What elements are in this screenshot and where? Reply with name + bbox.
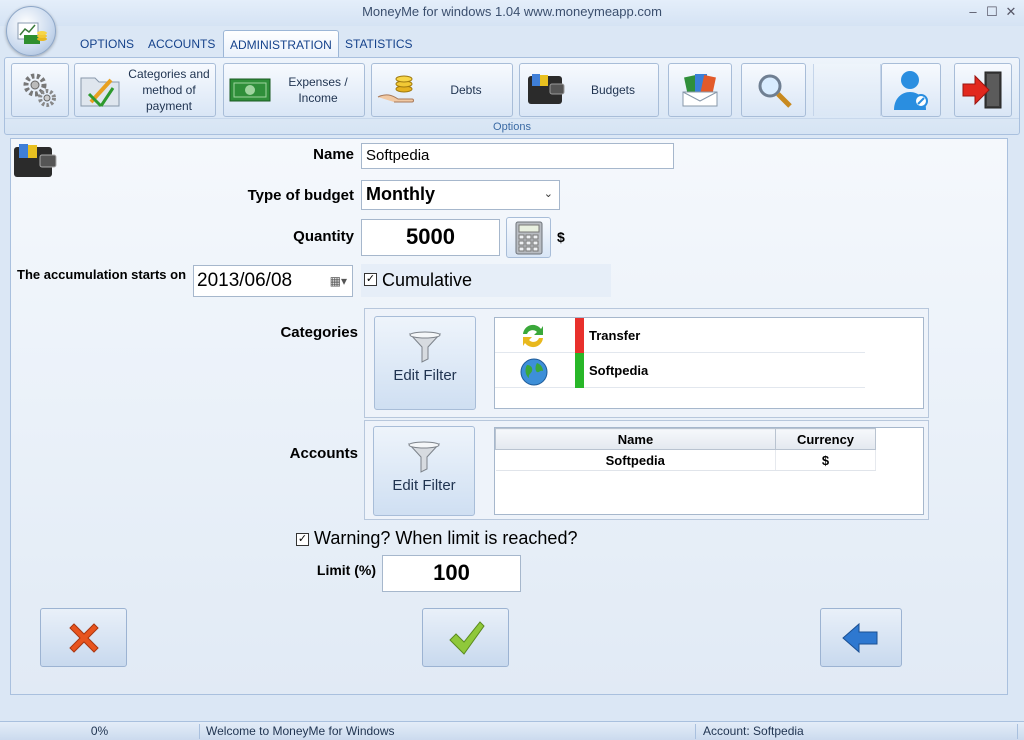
app-menu-button[interactable]	[6, 6, 56, 56]
wallet-icon	[520, 65, 572, 115]
banknote-icon	[224, 65, 276, 115]
warning-label: Warning? When limit is reached?	[314, 528, 578, 548]
budget-type-select[interactable]: Monthly ⌄	[361, 180, 560, 210]
exit-door-icon	[955, 65, 1011, 115]
gears-icon	[12, 65, 68, 115]
limit-label: Limit (%)	[316, 562, 376, 578]
column-header-name[interactable]: Name	[495, 428, 776, 450]
calculator-button[interactable]	[506, 217, 551, 258]
accounts-label: Accounts	[289, 445, 358, 462]
account-name-cell: Softpedia	[495, 449, 776, 471]
cumulative-label: Cumulative	[382, 270, 473, 290]
save-button[interactable]	[422, 608, 509, 667]
budget-type-label: Type of budget	[247, 187, 354, 204]
status-message: Welcome to MoneyMe for Windows	[206, 724, 696, 739]
progress-indicator: 0%	[0, 724, 200, 739]
chevron-down-icon: ⌄	[543, 188, 553, 200]
back-arrow-icon	[842, 622, 878, 653]
category-row-softpedia[interactable]: Softpedia	[495, 353, 865, 388]
category-color-bar	[575, 318, 584, 353]
cumulative-option: ✓ Cumulative	[361, 264, 611, 297]
transfer-icon	[523, 324, 543, 348]
search-button[interactable]	[741, 63, 806, 117]
cards-button[interactable]	[668, 63, 732, 117]
expenses-income-button[interactable]: Expenses / Income	[223, 63, 365, 117]
budgets-button[interactable]: Budgets	[519, 63, 659, 117]
budget-type-value: Monthly	[366, 184, 435, 204]
name-input[interactable]: Softpedia	[361, 143, 674, 169]
ribbon-group-label: Options	[5, 118, 1019, 133]
ribbon-spacer	[813, 64, 881, 116]
tab-accounts[interactable]: ACCOUNTS	[142, 30, 221, 58]
budgets-label: Budgets	[590, 83, 636, 97]
status-bar: 0% Welcome to MoneyMe for Windows Accoun…	[0, 721, 1024, 740]
category-name: Transfer	[589, 328, 641, 343]
close-window-button[interactable]: ✕	[1002, 3, 1020, 21]
globe-icon	[520, 358, 548, 386]
wallet-icon	[12, 141, 58, 184]
minimize-button[interactable]: –	[964, 3, 982, 21]
warning-checkbox[interactable]: ✓	[296, 532, 309, 546]
currency-symbol: $	[557, 229, 565, 245]
funnel-icon	[407, 441, 441, 473]
calendar-dropdown-icon: ▦▾	[329, 274, 347, 288]
window-title: MoneyMe for windows 1.04 www.moneymeapp.…	[362, 4, 662, 19]
ribbon: Categories and method of payment Expense…	[4, 57, 1020, 135]
cancel-x-icon	[68, 622, 99, 653]
calculator-icon	[515, 221, 543, 255]
tab-options[interactable]: OPTIONS	[74, 30, 140, 58]
search-icon	[742, 65, 805, 115]
folder-pencil-icon	[75, 65, 127, 115]
category-color-bar	[575, 353, 584, 388]
expenses-income-label: Expenses / Income	[288, 75, 348, 105]
edit-accounts-filter-button[interactable]: Edit Filter	[373, 426, 475, 516]
funnel-icon	[408, 331, 442, 363]
name-label: Name	[313, 146, 354, 163]
table-row[interactable]: Softpedia $	[495, 449, 876, 471]
exit-button[interactable]	[954, 63, 1012, 117]
warning-option: ✓ Warning? When limit is reached?	[296, 528, 577, 549]
start-date-value: 2013/06/08	[197, 270, 293, 291]
tab-statistics[interactable]: STATISTICS	[339, 30, 419, 58]
category-row-transfer[interactable]: Transfer	[495, 318, 865, 353]
table-header-row: Name Currency	[495, 428, 876, 450]
categories-label: Categories	[280, 324, 358, 341]
maximize-button[interactable]: ☐	[983, 3, 1001, 21]
coins-hand-icon	[372, 65, 424, 115]
column-header-currency[interactable]: Currency	[775, 428, 876, 450]
categories-payment-button[interactable]: Categories and method of payment	[74, 63, 216, 117]
limit-input[interactable]: 100	[382, 555, 521, 592]
tab-administration[interactable]: ADMINISTRATION	[223, 30, 339, 58]
moneyme-logo-icon	[17, 22, 47, 44]
user-button[interactable]	[881, 63, 941, 117]
title-bar: MoneyMe for windows 1.04 www.moneymeapp.…	[0, 0, 1024, 26]
debts-label: Debts	[450, 83, 482, 97]
categories-payment-label: Categories and method of payment	[128, 67, 210, 113]
current-account-status: Account: Softpedia	[703, 724, 1018, 739]
edit-categories-filter-button[interactable]: Edit Filter	[374, 316, 476, 410]
account-currency-cell: $	[775, 449, 876, 471]
cancel-button[interactable]	[40, 608, 127, 667]
debts-button[interactable]: Debts	[371, 63, 513, 117]
category-name: Softpedia	[589, 363, 649, 378]
quantity-input[interactable]: 5000	[361, 219, 500, 256]
categories-list[interactable]: Transfer Softpedia	[494, 317, 924, 409]
checkmark-icon	[448, 620, 485, 655]
edit-filter-label: Edit Filter	[392, 477, 456, 494]
settings-button[interactable]	[11, 63, 69, 117]
cumulative-checkbox[interactable]: ✓	[364, 273, 377, 286]
back-button[interactable]	[820, 608, 902, 667]
accounts-table[interactable]: Name Currency Softpedia $	[495, 428, 876, 471]
edit-filter-label: Edit Filter	[393, 367, 457, 384]
quantity-label: Quantity	[293, 228, 354, 245]
accounts-table-container: Name Currency Softpedia $	[494, 427, 924, 515]
cards-envelope-icon	[669, 65, 731, 115]
start-date-picker[interactable]: 2013/06/08 ▦▾	[193, 265, 353, 297]
user-icon	[882, 65, 940, 115]
start-date-label: The accumulation starts on	[17, 267, 187, 282]
